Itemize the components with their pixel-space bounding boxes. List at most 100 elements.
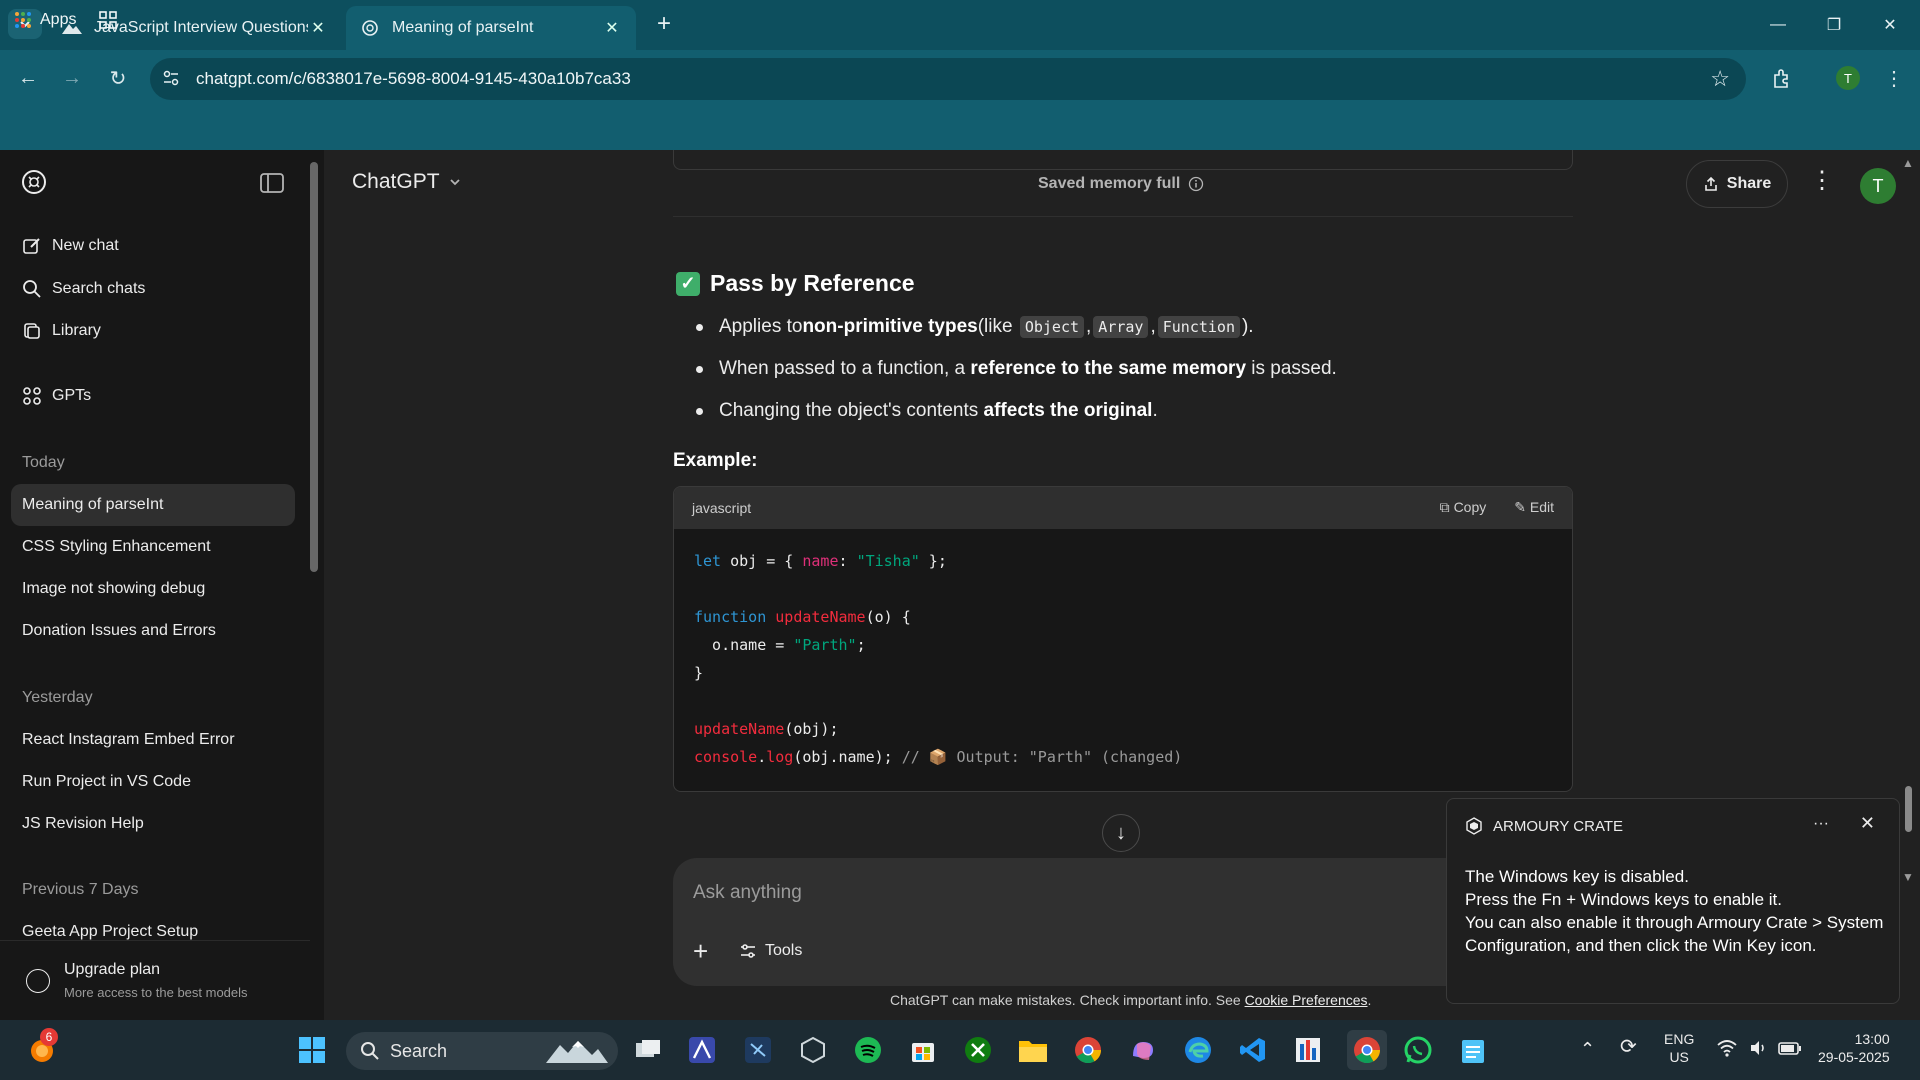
bookmark-star-icon[interactable]: ☆ — [1710, 66, 1730, 92]
new-chat-button[interactable]: New chat — [22, 236, 119, 256]
notification-message: The Windows key is disabled. Press the F… — [1465, 867, 1884, 955]
restore-icon[interactable]: ❐ — [1806, 0, 1862, 50]
sidebar-chat-item[interactable]: Geeta App Project Setup — [22, 923, 198, 941]
divider — [673, 216, 1573, 217]
notification-more-icon[interactable]: ··· — [1813, 815, 1829, 833]
code-line: o.name = "Parth"; — [694, 636, 866, 654]
model-name: ChatGPT — [352, 170, 440, 193]
tray-expand-icon[interactable]: ⌃ — [1580, 1040, 1595, 1058]
main-scrollbar[interactable] — [1905, 786, 1912, 832]
sidebar-chat-item[interactable]: Donation Issues and Errors — [22, 622, 216, 640]
scroll-to-bottom-button[interactable]: ↓ — [1102, 814, 1140, 852]
profile-avatar[interactable]: T — [1832, 62, 1864, 94]
close-tab-icon[interactable]: ✕ — [308, 18, 328, 38]
search-chats-button[interactable]: Search chats — [22, 279, 145, 299]
share-icon — [1704, 176, 1717, 191]
sidebar-scrollbar[interactable] — [310, 162, 318, 572]
gpts-grid-icon — [23, 387, 41, 405]
scroll-down-arrow-icon[interactable]: ▼ — [1902, 870, 1914, 884]
app-icon-2[interactable] — [742, 1034, 774, 1066]
app-icon-charts[interactable] — [1292, 1034, 1324, 1066]
upgrade-icon — [26, 969, 50, 993]
info-icon — [1189, 176, 1204, 192]
sidebar-toggle-icon[interactable] — [260, 172, 284, 199]
tab-groups-icon[interactable] — [98, 10, 118, 30]
taskbar-search-label: Search — [390, 1040, 448, 1061]
sidebar-chat-item[interactable]: JS Revision Help — [22, 815, 144, 833]
clock[interactable]: 13:00 29-05-2025 — [1818, 1030, 1890, 1066]
forward-icon[interactable]: → — [56, 62, 88, 94]
attach-plus-icon[interactable]: + — [693, 936, 708, 967]
file-explorer-icon[interactable] — [1017, 1034, 1049, 1066]
library-button[interactable]: Library — [22, 321, 101, 341]
sidebar-chat-item[interactable]: Meaning of parseInt — [22, 496, 163, 514]
memory-label: Saved memory full — [1038, 175, 1181, 192]
reload-icon[interactable]: ↻ — [102, 62, 134, 94]
chrome-icon[interactable] — [1072, 1034, 1104, 1066]
sidebar-chat-item[interactable]: Run Project in VS Code — [22, 773, 191, 791]
inline-code: Function — [1157, 316, 1240, 338]
extensions-icon[interactable] — [1766, 62, 1798, 94]
edit-code-button[interactable]: ✎ Edit — [1514, 499, 1554, 516]
sync-icon[interactable]: ⟳ — [1620, 1037, 1637, 1057]
back-icon[interactable]: ← — [12, 62, 44, 94]
notepad-icon[interactable] — [1457, 1034, 1489, 1066]
memory-status[interactable]: Saved memory full — [1038, 175, 1204, 193]
chrome-profile-taskbar-icon[interactable] — [1347, 1030, 1387, 1070]
windows-start-icon[interactable] — [296, 1034, 328, 1066]
scroll-up-arrow-icon[interactable]: ▲ — [1902, 156, 1914, 170]
task-view-icon[interactable] — [632, 1034, 664, 1066]
spotify-icon[interactable] — [852, 1034, 884, 1066]
gpts-label: GPTs — [52, 387, 92, 404]
heading-text: Pass by Reference — [710, 270, 915, 296]
close-tab-icon[interactable]: ✕ — [602, 18, 622, 38]
site-info-icon[interactable] — [162, 69, 180, 92]
section-yesterday: Yesterday — [22, 689, 93, 706]
copilot-icon[interactable] — [1127, 1034, 1159, 1066]
cookie-preferences-link[interactable]: Cookie Preferences — [1245, 992, 1368, 1008]
app-icon-1[interactable] — [686, 1034, 718, 1066]
search-chats-label: Search chats — [52, 280, 146, 297]
apps-grid-icon — [15, 12, 31, 28]
armoury-crate-taskbar-icon[interactable] — [797, 1034, 829, 1066]
taskbar-search[interactable]: Search — [346, 1032, 618, 1070]
search-icon — [23, 280, 41, 298]
bullet-dot — [696, 365, 703, 373]
browser-menu-icon[interactable]: ⋮ — [1878, 62, 1910, 94]
language-indicator[interactable]: ENG US — [1664, 1030, 1694, 1066]
minimize-icon[interactable]: — — [1750, 0, 1806, 50]
apps-bookmark[interactable]: Apps — [14, 10, 118, 30]
code-header: javascript ⧉ Copy ✎ Edit — [674, 487, 1572, 529]
share-button[interactable]: Share — [1686, 160, 1788, 208]
edge-icon[interactable] — [1182, 1034, 1214, 1066]
model-selector[interactable]: ChatGPT — [352, 170, 462, 194]
microsoft-store-icon[interactable] — [907, 1034, 939, 1066]
xbox-icon[interactable] — [962, 1034, 994, 1066]
user-avatar[interactable]: T — [1860, 168, 1896, 204]
copy-code-button[interactable]: ⧉ Copy — [1440, 499, 1487, 516]
prompt-input[interactable] — [693, 878, 1553, 908]
notification-close-icon[interactable]: ✕ — [1860, 813, 1875, 834]
sidebar-chat-item[interactable]: React Instagram Embed Error — [22, 731, 235, 749]
section-today: Today — [22, 454, 65, 471]
mountain-landscape-icon — [546, 1041, 608, 1063]
tab-meaning-of-parseint[interactable]: Meaning of parseInt ✕ — [346, 6, 636, 50]
armoury-crate-notification: ARMOURY CRATE ··· ✕ The Windows key is d… — [1446, 798, 1900, 1004]
tools-button[interactable]: Tools — [739, 942, 802, 960]
code-content[interactable]: let obj = { name: "Tisha" }; function up… — [674, 529, 1572, 789]
more-options-icon[interactable]: ⋮ — [1810, 166, 1834, 195]
upgrade-plan-button[interactable]: Upgrade plan More access to the best mod… — [0, 940, 310, 1020]
code-line: console.log(obj.name); // 📦 Output: "Par… — [694, 748, 1183, 766]
sidebar-chat-item[interactable]: CSS Styling Enhancement — [22, 538, 211, 556]
close-window-icon[interactable]: ✕ — [1862, 0, 1918, 50]
vscode-icon[interactable] — [1237, 1034, 1269, 1066]
gpts-button[interactable]: GPTs — [22, 386, 91, 406]
new-tab-button[interactable]: + — [650, 10, 678, 38]
chatgpt-logo-icon[interactable] — [20, 168, 48, 201]
address-bar[interactable]: chatgpt.com/c/6838017e-5698-8004-9145-43… — [150, 58, 1746, 100]
network-volume-battery[interactable] — [1716, 1038, 1802, 1062]
sidebar-chat-item[interactable]: Image not showing debug — [22, 580, 205, 598]
disclaimer: ChatGPT can make mistakes. Check importa… — [890, 992, 1372, 1008]
whatsapp-icon[interactable] — [1402, 1034, 1434, 1066]
